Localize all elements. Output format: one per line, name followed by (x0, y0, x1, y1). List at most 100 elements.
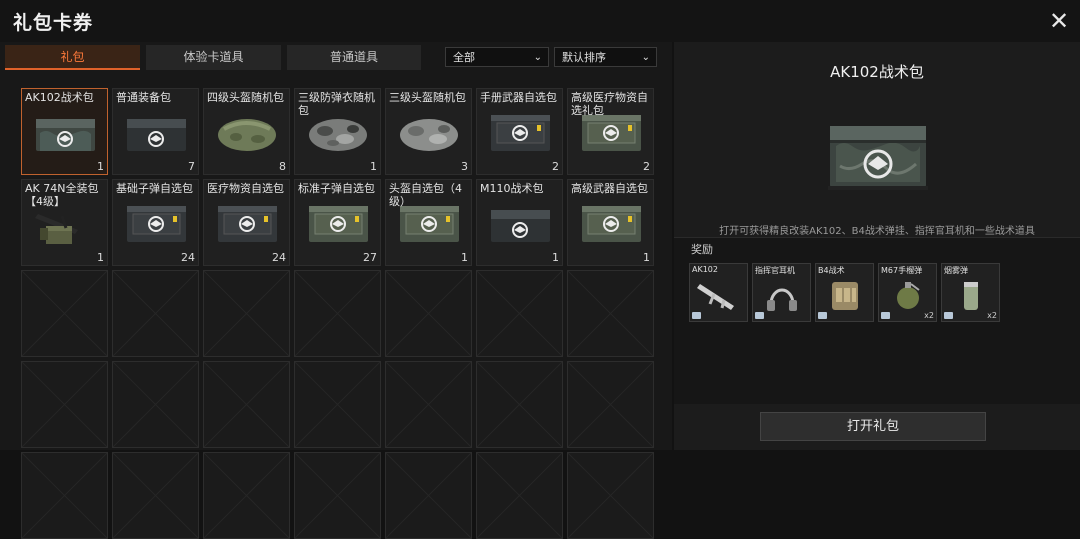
item-image (582, 206, 641, 242)
tab-normal-items[interactable]: 普通道具 (287, 45, 421, 70)
item-name: AK102战术包 (25, 91, 94, 104)
reward-item[interactable]: AK102 (689, 263, 748, 322)
item-slot[interactable]: AK 74N全装包【4级】 1 (21, 179, 108, 266)
reward-panel: 奖励 AK102 指挥官耳机 B4战术 M67手榴弹 x2 烟雾弹 x2 (674, 237, 1080, 404)
chevron-down-icon: ⌄ (533, 52, 542, 63)
category-select[interactable]: 全部 ⌄ (445, 47, 549, 67)
item-quantity: 1 (461, 251, 468, 264)
item-slot[interactable]: 医疗物资自选包 24 (203, 179, 290, 266)
item-quantity: 1 (552, 251, 559, 264)
item-quantity: 1 (97, 251, 104, 264)
item-quantity: 8 (279, 160, 286, 173)
item-slot[interactable]: 普通装备包 7 (112, 88, 199, 175)
reward-image (832, 282, 858, 310)
item-image (218, 206, 277, 242)
empty-slot (21, 452, 108, 539)
window-title: 礼包卡券 (13, 12, 94, 34)
rewards-label: 奖励 (691, 243, 713, 256)
item-quantity: 24 (272, 251, 286, 264)
box-icon (755, 312, 764, 319)
close-icon[interactable]: ✕ (1046, 8, 1072, 34)
item-slot[interactable]: 头盔自选包（4级） 1 (385, 179, 472, 266)
detail-description: 打开可获得精良改装AK102、B4战术弹挂、指挥官耳机和一些战术道具 (719, 226, 1035, 237)
item-image (127, 119, 186, 151)
item-slot[interactable]: 标准子弹自选包 27 (294, 179, 381, 266)
empty-slot (567, 361, 654, 448)
inventory-pane: 礼包 体验卡道具 普通道具 全部 ⌄ 默认排序 ⌄ AK102战术包 1 普通装备包… (0, 42, 672, 539)
item-name: 三级防弹衣随机包 (298, 91, 375, 117)
reward-image (897, 282, 920, 309)
item-image (491, 115, 550, 151)
title-bar: 礼包卡券 ✕ (0, 0, 1080, 42)
empty-slot (112, 270, 199, 357)
item-name: 普通装备包 (116, 91, 171, 104)
item-image (400, 119, 458, 151)
item-image (491, 210, 550, 242)
empty-slot (385, 361, 472, 448)
empty-slot (21, 361, 108, 448)
empty-slot (567, 270, 654, 357)
tab-trial-cards[interactable]: 体验卡道具 (146, 45, 281, 70)
item-slot[interactable]: 三级防弹衣随机包 1 (294, 88, 381, 175)
item-image (309, 206, 368, 242)
reward-item[interactable]: 烟雾弹 x2 (941, 263, 1000, 322)
empty-slot (203, 452, 290, 539)
empty-slot (294, 452, 381, 539)
reward-item[interactable]: B4战术 (815, 263, 874, 322)
item-name: 医疗物资自选包 (207, 182, 284, 195)
item-slot[interactable]: AK102战术包 1 (21, 88, 108, 175)
detail-pane: AK102战术包 打开可获得精良改装AK102、B4战术弹挂、指挥官耳机和一些战… (674, 42, 1080, 450)
box-icon (944, 312, 953, 319)
item-name: 三级头盔随机包 (389, 91, 466, 104)
reward-image (697, 284, 734, 310)
reward-quantity: x2 (924, 311, 934, 320)
empty-slot (476, 361, 563, 448)
item-name: 手册武器自选包 (480, 91, 557, 104)
reward-item[interactable]: M67手榴弹 x2 (878, 263, 937, 322)
item-slot[interactable]: 手册武器自选包 2 (476, 88, 563, 175)
item-name: 头盔自选包（4级） (389, 182, 462, 208)
empty-slot (567, 452, 654, 539)
item-quantity: 1 (643, 251, 650, 264)
empty-slot (476, 452, 563, 539)
item-quantity: 1 (97, 160, 104, 173)
item-name: 标准子弹自选包 (298, 182, 375, 195)
reward-name: AK102 (692, 265, 718, 274)
item-quantity: 2 (552, 160, 559, 173)
empty-slot (203, 361, 290, 448)
item-image (127, 206, 186, 242)
tab-gift-packs[interactable]: 礼包 (5, 45, 140, 70)
item-quantity: 3 (461, 160, 468, 173)
item-name: M110战术包 (480, 182, 544, 195)
item-name: 基础子弹自选包 (116, 182, 193, 195)
sort-select[interactable]: 默认排序 ⌄ (554, 47, 657, 67)
sort-select-value: 默认排序 (562, 51, 606, 64)
item-name: 高级医疗物资自选礼包 (571, 91, 648, 117)
item-slot[interactable]: 四级头盔随机包 8 (203, 88, 290, 175)
box-icon (692, 312, 701, 319)
empty-slot (21, 270, 108, 357)
crate-image (828, 126, 928, 190)
reward-image (964, 282, 978, 310)
empty-slot (203, 270, 290, 357)
item-slot[interactable]: 高级武器自选包 1 (567, 179, 654, 266)
open-pack-button[interactable]: 打开礼包 (760, 412, 986, 441)
item-quantity: 2 (643, 160, 650, 173)
empty-slot (294, 361, 381, 448)
chevron-down-icon: ⌄ (641, 52, 650, 63)
item-quantity: 1 (370, 160, 377, 173)
item-slot[interactable]: M110战术包 1 (476, 179, 563, 266)
item-slot[interactable]: 高级医疗物资自选礼包 2 (567, 88, 654, 175)
empty-slot (294, 270, 381, 357)
item-quantity: 24 (181, 251, 195, 264)
reward-quantity: x2 (987, 311, 997, 320)
empty-slot (476, 270, 563, 357)
category-select-value: 全部 (453, 51, 475, 64)
empty-slot (385, 452, 472, 539)
empty-slot (112, 361, 199, 448)
item-slot[interactable]: 三级头盔随机包 3 (385, 88, 472, 175)
item-name: 高级武器自选包 (571, 182, 648, 195)
empty-slot (112, 452, 199, 539)
item-slot[interactable]: 基础子弹自选包 24 (112, 179, 199, 266)
reward-item[interactable]: 指挥官耳机 (752, 263, 811, 322)
